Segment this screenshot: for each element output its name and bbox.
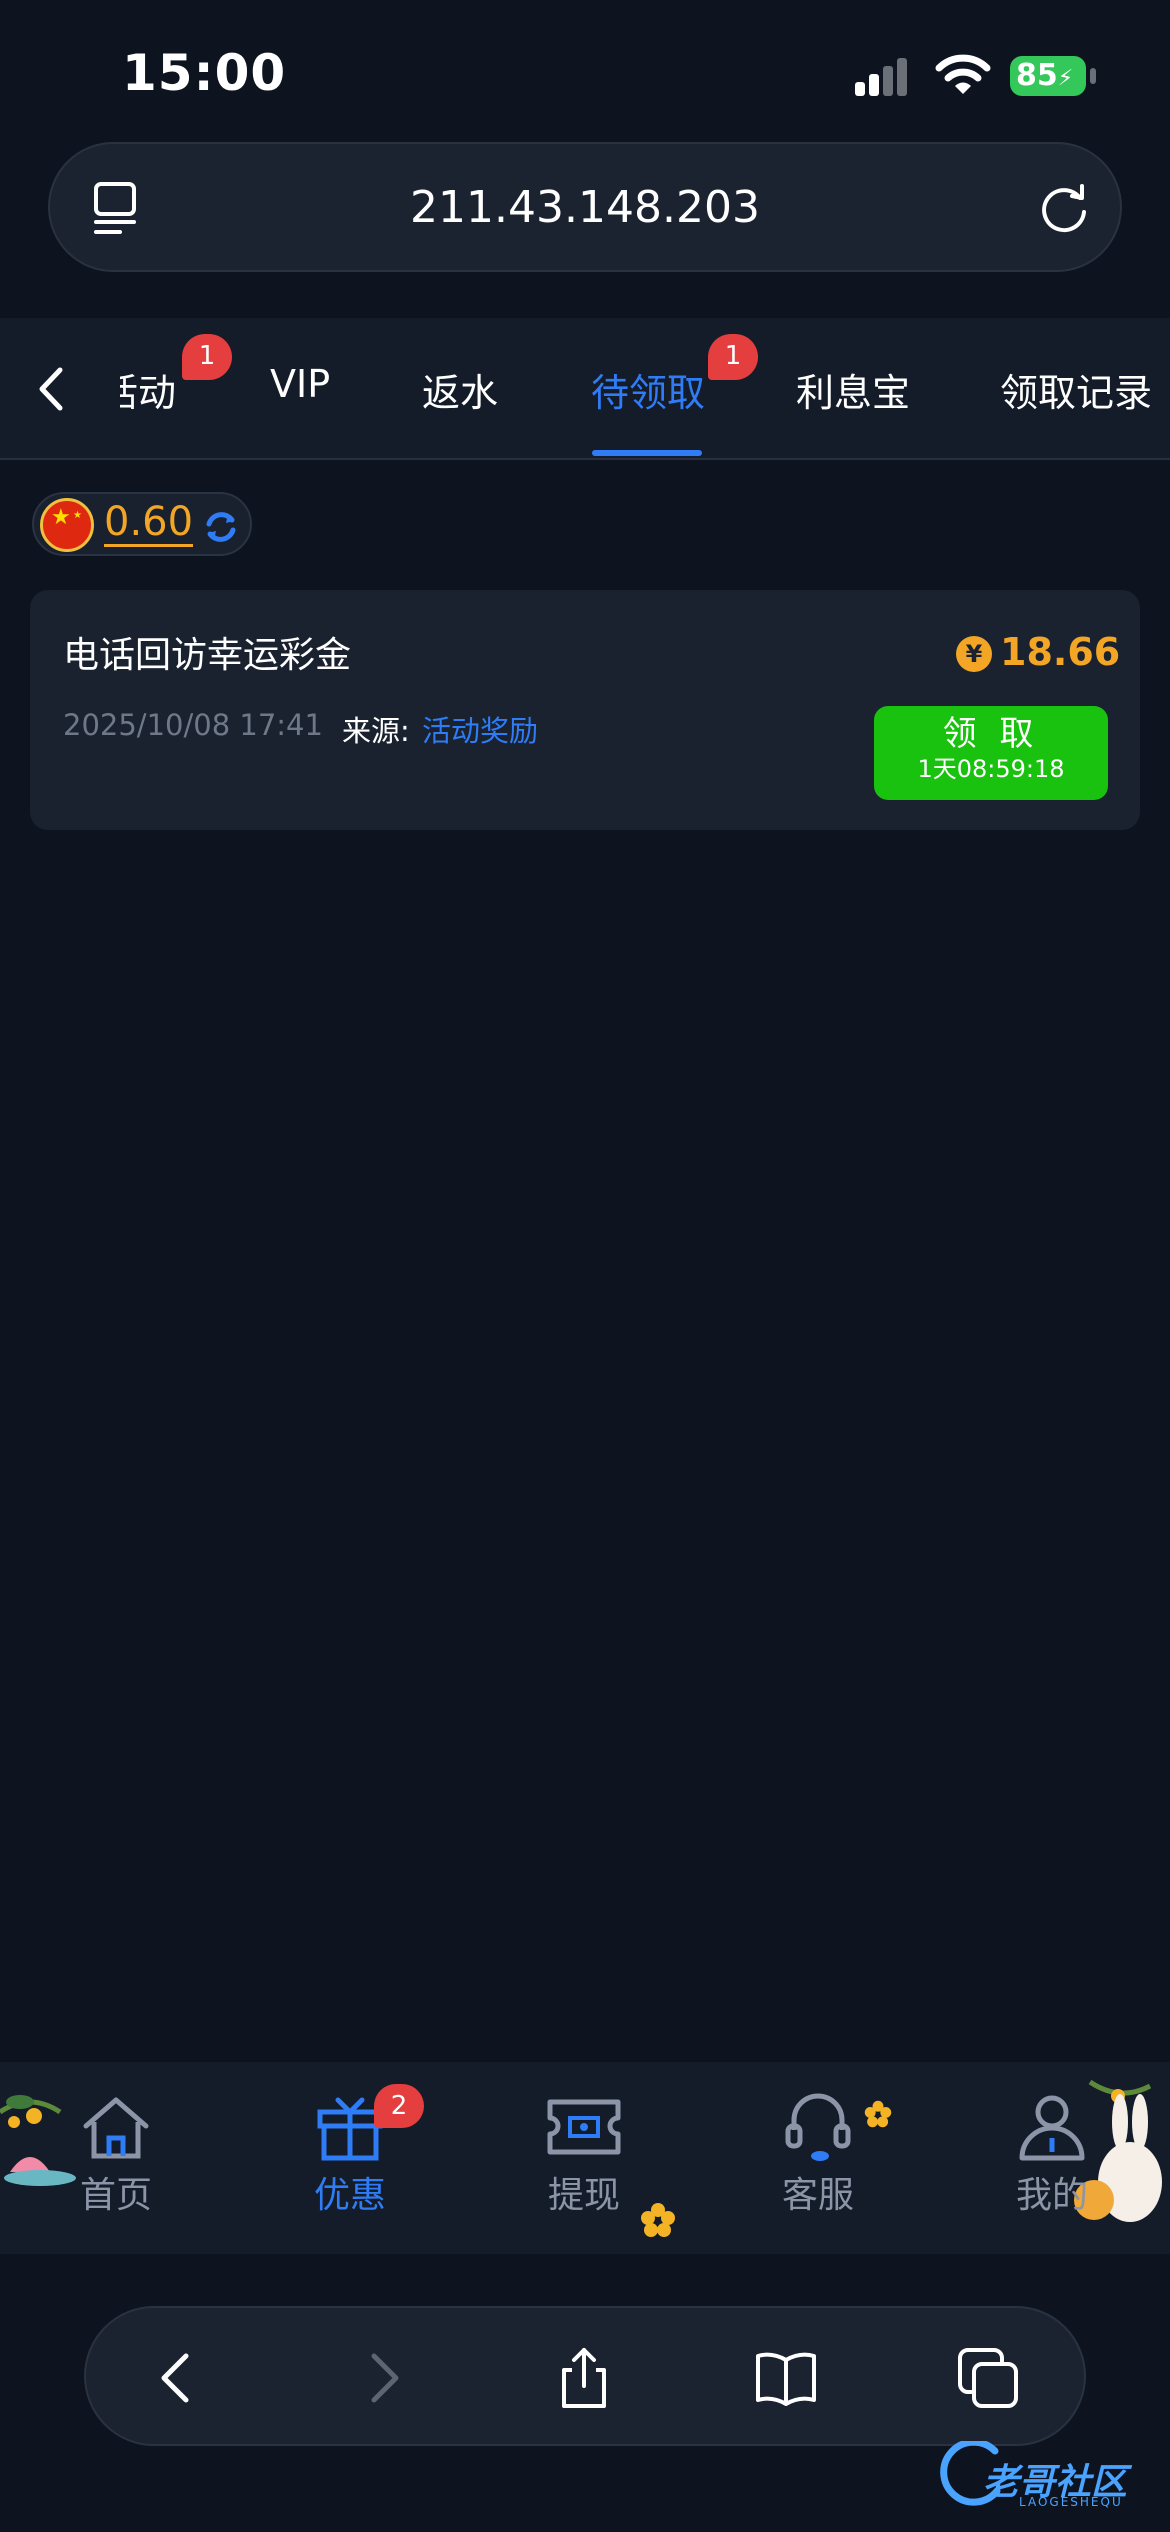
status-bar: 15:00 85⚡ [0, 0, 1170, 140]
tab-pending-badge: 1 [708, 334, 758, 380]
tab-activity-badge: 1 [182, 334, 232, 380]
tab-interest[interactable]: 利息宝 [796, 362, 910, 416]
nav-home[interactable]: 首页 [46, 2092, 186, 2218]
small-flower-icon [641, 2203, 675, 2237]
source-label: 来源: [342, 714, 410, 748]
watermark-subtext: LAOGESHEQU [1019, 2495, 1123, 2509]
tab-activity[interactable]: 活动 [120, 362, 180, 416]
home-icon [83, 2097, 149, 2159]
address-bar[interactable]: 211.43.148.203 [48, 142, 1122, 272]
balance-pill[interactable]: ★ ★ 0.60 [32, 492, 252, 556]
chevron-left-icon[interactable] [28, 364, 74, 414]
bottom-nav: 首页 优惠 2 提现 客服 我的 [0, 2062, 1170, 2254]
nav-profile[interactable]: 我的 [982, 2092, 1122, 2218]
forward-icon[interactable] [350, 2346, 414, 2410]
claim-countdown: 1天08:59:18 [917, 755, 1065, 783]
reward-title: 电话回访幸运彩金 [63, 635, 352, 676]
nav-promotions-badge: 2 [374, 2084, 424, 2128]
cellular-signal-icon [855, 56, 915, 96]
battery-level: 85 [1016, 58, 1058, 93]
claim-button[interactable]: 领 取 1天08:59:18 [874, 706, 1108, 800]
status-time: 15:00 [122, 44, 287, 102]
china-flag-icon: ★ ★ [40, 498, 94, 552]
active-tab-indicator [592, 450, 702, 456]
nav-profile-label: 我的 [1015, 2175, 1088, 2216]
url-text[interactable]: 211.43.148.203 [50, 182, 1120, 233]
browser-toolbar [84, 2306, 1086, 2446]
nav-home-label: 首页 [79, 2175, 152, 2216]
headset-icon [785, 2093, 851, 2161]
tab-rebate[interactable]: 返水 [422, 362, 498, 416]
tabs-icon[interactable] [956, 2346, 1020, 2410]
balance-value: 0.60 [104, 499, 194, 547]
battery-icon: 85⚡ [1010, 56, 1086, 96]
promo-tab-bar: 活动 1 VIP 返水 待领取 1 利息宝 领取记录 [0, 318, 1170, 460]
nav-promotions-label: 优惠 [313, 2175, 386, 2216]
nav-withdraw-label: 提现 [547, 2175, 620, 2216]
battery-tip [1090, 68, 1096, 84]
reward-date: 2025/10/08 17:41 [63, 708, 323, 742]
withdraw-icon [547, 2099, 621, 2155]
source-value: 活动奖励 [422, 714, 539, 748]
refresh-balance-icon[interactable] [202, 508, 240, 546]
claim-button-label: 领 取 [942, 714, 1040, 754]
small-flower-icon [864, 2100, 892, 2128]
watermark-logo: 老哥社区 LAOGESHEQU [935, 2435, 1160, 2515]
tab-pending[interactable]: 待领取 [591, 362, 705, 416]
back-icon[interactable] [146, 2346, 210, 2410]
tab-claim-history[interactable]: 领取记录 [1000, 362, 1152, 416]
nav-support-label: 客服 [781, 2175, 854, 2216]
tab-vip[interactable]: VIP [270, 362, 330, 416]
user-icon [1019, 2095, 1085, 2161]
yuan-coin-icon: ¥ [956, 636, 992, 672]
reward-amount: 18.66 [1000, 630, 1121, 674]
share-icon[interactable] [552, 2346, 616, 2410]
nav-withdraw[interactable]: 提现 [514, 2092, 654, 2218]
wifi-icon [935, 54, 991, 94]
reload-icon[interactable] [1036, 180, 1092, 236]
bookmarks-icon[interactable] [754, 2346, 818, 2410]
tab-activity-label: 活动 [120, 371, 176, 415]
reward-card: 电话回访幸运彩金 ¥ 18.66 2025/10/08 17:41 来源: 活动… [30, 590, 1140, 830]
